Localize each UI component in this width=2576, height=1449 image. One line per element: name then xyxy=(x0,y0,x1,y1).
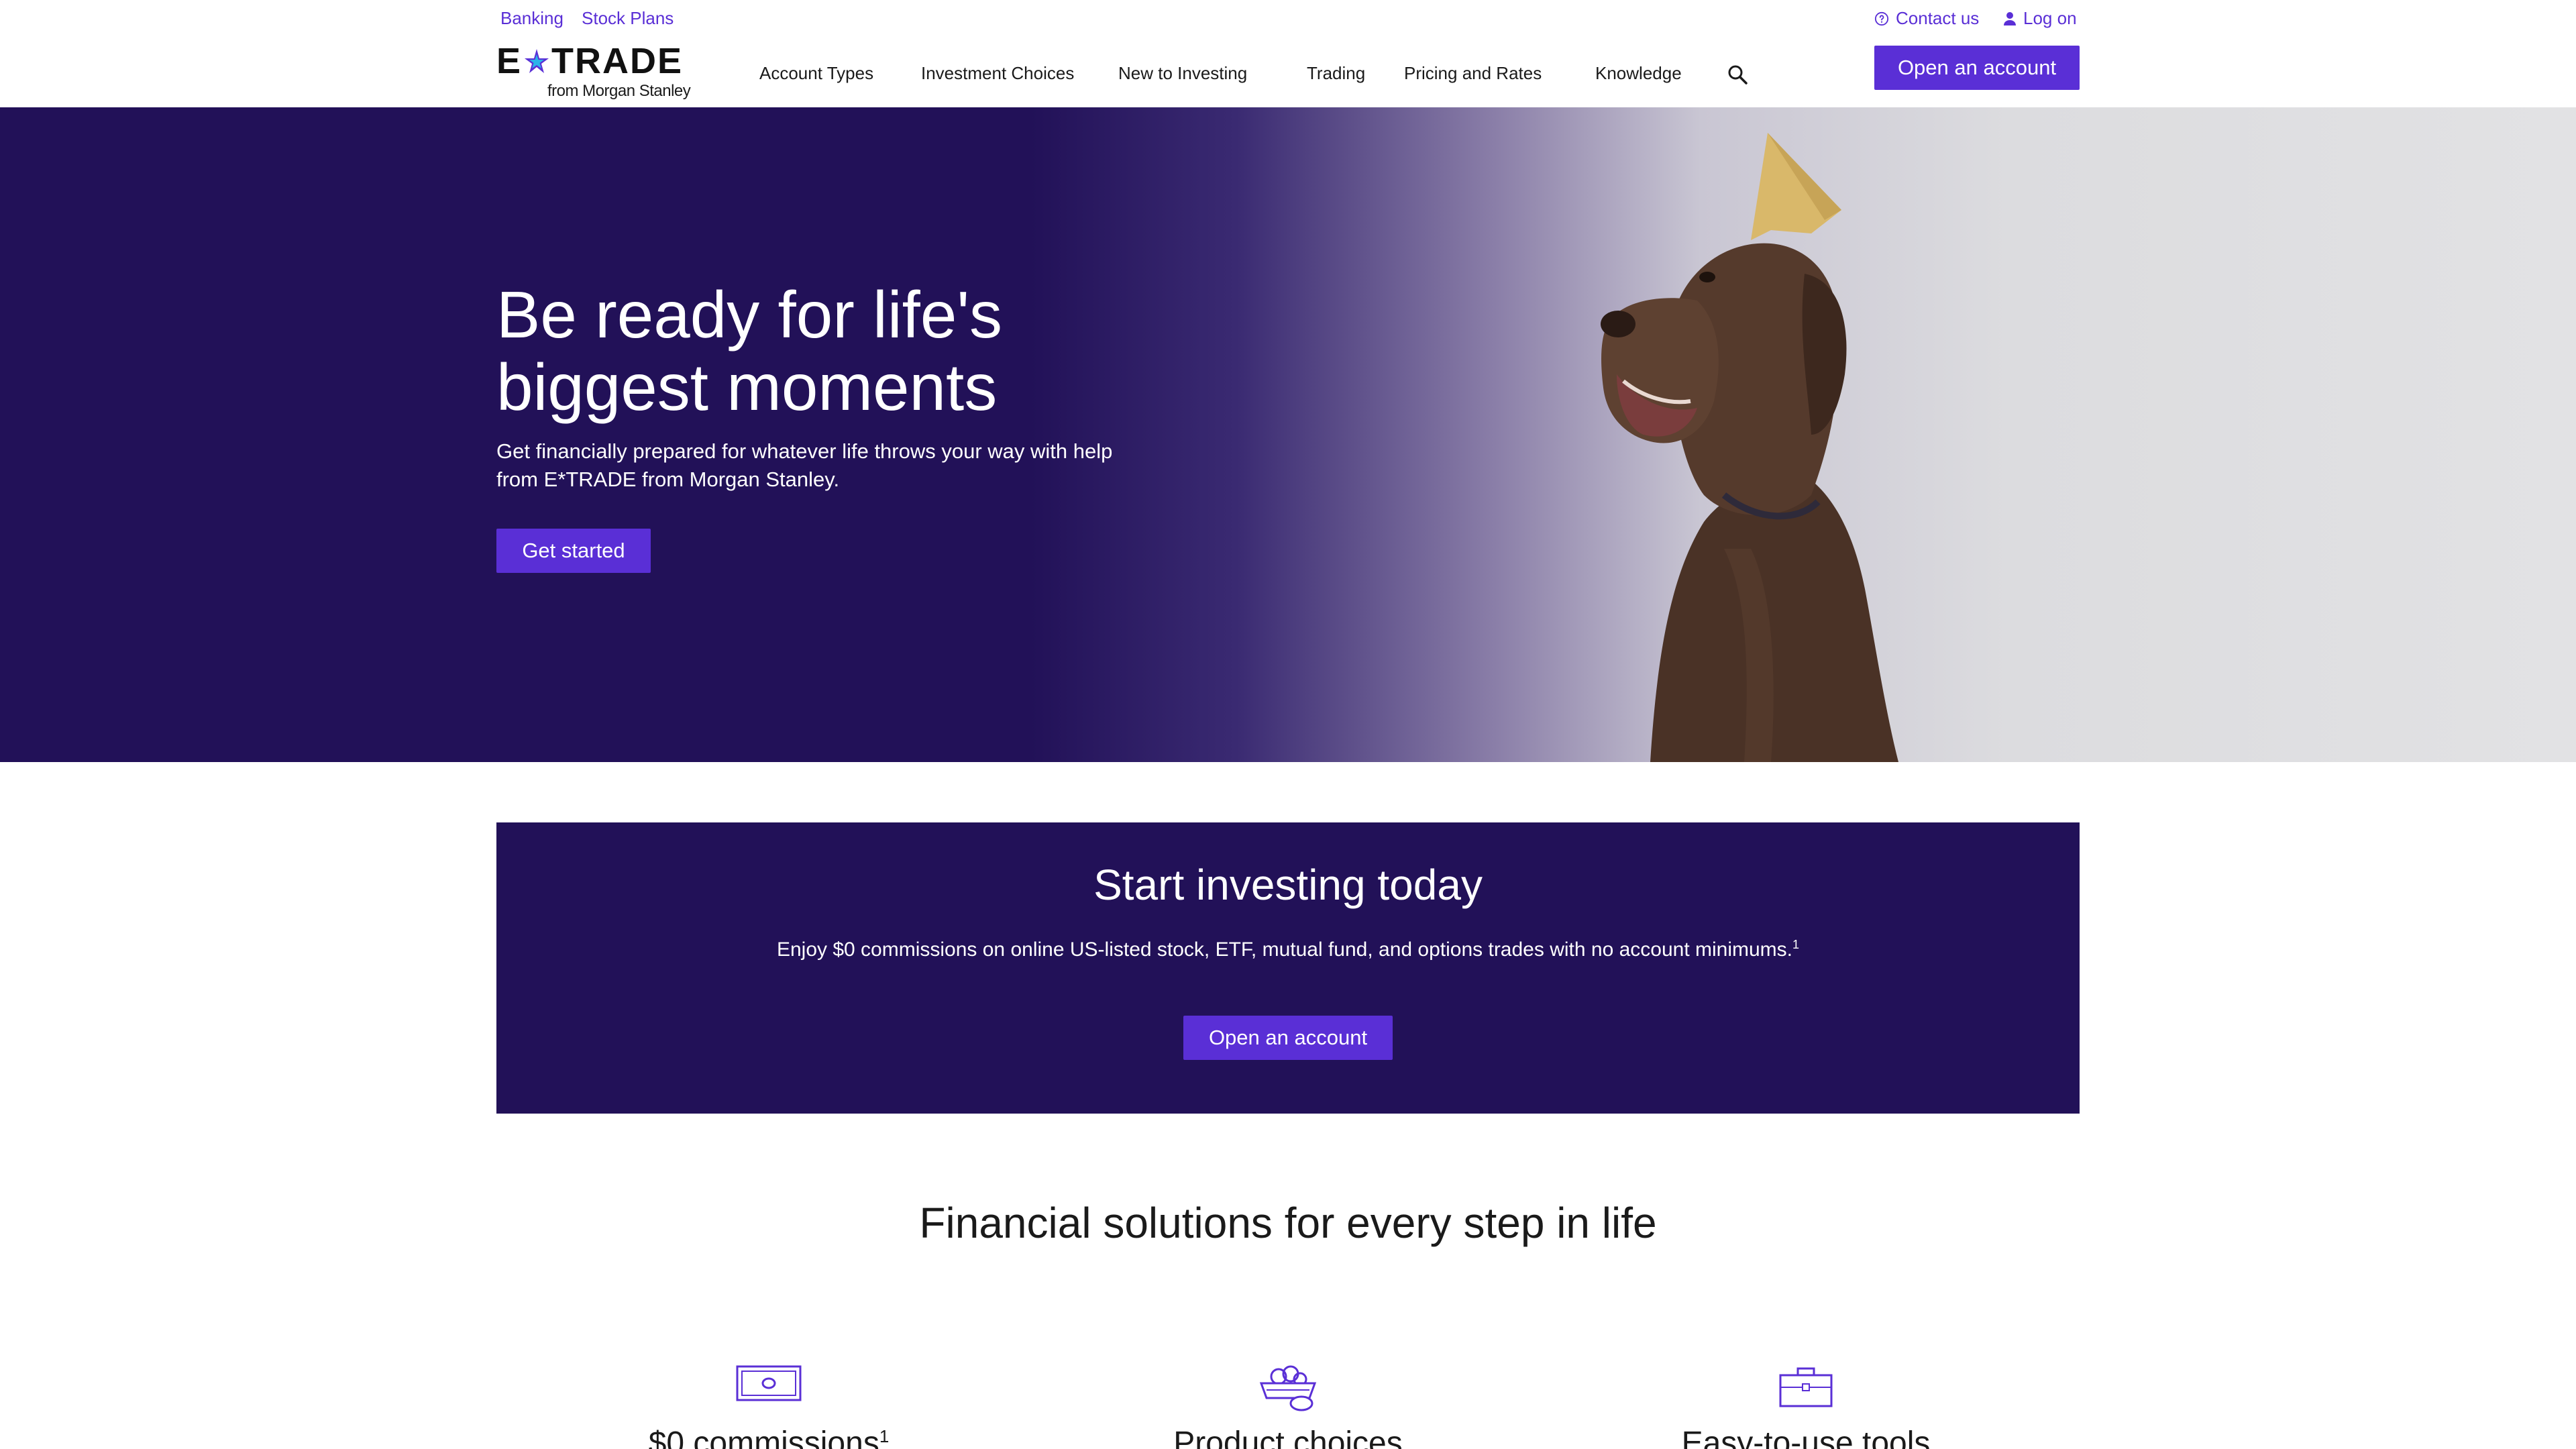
toolbox-icon xyxy=(1779,1367,1833,1407)
search-icon xyxy=(1728,65,1748,85)
hero-title: Be ready for life's biggest moments xyxy=(496,278,1003,424)
feature-commissions[interactable]: $0 commissions1 xyxy=(601,1364,936,1449)
promo-text: Enjoy $0 commissions on online US-listed… xyxy=(496,938,2080,961)
promo-footnote[interactable]: 1 xyxy=(1792,938,1799,951)
nav-pricing-and-rates[interactable]: Pricing and Rates xyxy=(1404,63,1542,84)
hero-subtitle: Get financially prepared for whatever li… xyxy=(496,439,1113,491)
nav-account-types[interactable]: Account Types xyxy=(759,63,873,84)
logo-star-icon xyxy=(525,49,549,73)
nav-new-to-investing[interactable]: New to Investing xyxy=(1118,63,1247,84)
utility-bar: Banking Stock Plans Contact us Log on xyxy=(0,0,2576,40)
contact-us-label: Contact us xyxy=(1896,8,1980,28)
feature-label-product-choices: Product choices xyxy=(1173,1426,1403,1449)
basket-icon xyxy=(1259,1365,1317,1411)
start-investing-band: Start investing today Enjoy $0 commissio… xyxy=(496,822,2080,1114)
nav-knowledge[interactable]: Knowledge xyxy=(1595,63,1682,84)
log-on-label: Log on xyxy=(2023,8,2077,28)
money-bill-icon xyxy=(736,1365,802,1401)
user-icon xyxy=(2004,11,2016,25)
solutions-title: Financial solutions for every step in li… xyxy=(919,1199,1657,1247)
dog-party-hat-image xyxy=(1601,133,1898,762)
logo-tagline: from Morgan Stanley xyxy=(547,82,691,100)
etrade-logo[interactable]: E TRADE from Morgan Stanley xyxy=(496,43,698,103)
help-circle-icon xyxy=(1874,11,1889,25)
promo-open-account-button[interactable]: Open an account xyxy=(1183,1016,1393,1060)
stock-plans-link[interactable]: Stock Plans xyxy=(582,8,674,29)
nav-investment-choices[interactable]: Investment Choices xyxy=(921,63,1074,84)
contact-us-link[interactable]: Contact us xyxy=(1874,8,1979,29)
hero-banner: Be ready for life's biggest moments Get … xyxy=(0,107,2576,762)
get-started-button[interactable]: Get started xyxy=(496,529,651,573)
logo-wordmark: E TRADE xyxy=(496,43,683,79)
banking-link[interactable]: Banking xyxy=(500,8,564,29)
feature-tools[interactable]: Easy-to-use tools xyxy=(1638,1364,1974,1449)
feature-label-commissions: $0 commissions1 xyxy=(648,1426,890,1449)
logo-e: E xyxy=(496,41,523,81)
promo-text-body: Enjoy $0 commissions on online US-listed… xyxy=(776,938,1793,961)
feature-product-choices[interactable]: Product choices xyxy=(1120,1364,1456,1449)
nav-trading[interactable]: Trading xyxy=(1307,63,1365,84)
header-open-account-button[interactable]: Open an account xyxy=(1874,46,2080,90)
logo-trade: TRADE xyxy=(551,41,684,81)
promo-title: Start investing today xyxy=(1093,861,1483,909)
feature-label-tools: Easy-to-use tools xyxy=(1681,1426,1931,1449)
log-on-link[interactable]: Log on xyxy=(2003,8,2077,29)
search-button[interactable] xyxy=(1727,64,1748,85)
